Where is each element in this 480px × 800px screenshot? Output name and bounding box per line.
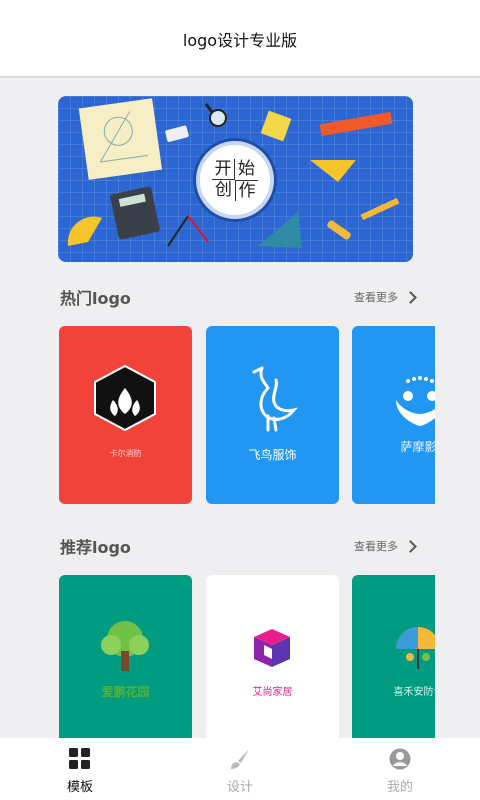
tab-mine[interactable]: 我的: [320, 738, 480, 800]
banner-char: 作: [235, 180, 258, 201]
logo-name: 爱鹏花园: [101, 685, 150, 699]
banner-char: 创: [215, 180, 232, 200]
tree-logo-icon: [101, 621, 149, 671]
banner-char: 开: [212, 159, 235, 180]
logo-name: 艾尚家居: [252, 687, 293, 698]
view-more-link[interactable]: 查看更多: [354, 289, 417, 305]
cube-logo-icon: [254, 629, 290, 667]
umbrella-logo-icon: [396, 627, 435, 669]
view-more-label: 查看更多: [354, 291, 398, 304]
fire-logo-icon: [94, 364, 156, 432]
logo-card[interactable]: 飞鸟服饰: [206, 326, 339, 504]
hot-logo-header: 热门logo 查看更多: [60, 285, 417, 309]
logo-name: 飞鸟服饰: [248, 448, 297, 462]
tab-label: 我的: [386, 780, 413, 795]
logo-card[interactable]: 萨摩影: [352, 326, 435, 504]
section-title: 推荐logo: [60, 538, 131, 557]
logo-name: 萨摩影: [400, 440, 435, 454]
view-more-label: 查看更多: [354, 540, 398, 553]
logo-card[interactable]: 爱鹏花园: [59, 575, 192, 738]
logo-name: 喜禾安防设: [393, 687, 436, 698]
hot-logo-carousel[interactable]: 卡尔消防 飞鸟服饰 萨摩影: [59, 326, 435, 506]
logo-card[interactable]: 艾尚家居: [206, 575, 339, 738]
recommend-logo-header: 推荐logo 查看更多: [60, 534, 417, 558]
brush-icon: [231, 749, 249, 769]
grid-icon: [69, 748, 90, 769]
app-header: logo设计专业版: [0, 0, 480, 78]
tab-design[interactable]: 设计: [160, 738, 320, 800]
tab-templates[interactable]: 模板: [0, 738, 160, 800]
section-title: 热门logo: [60, 289, 131, 308]
banner-char: 始: [238, 159, 255, 179]
chevron-right-icon: [404, 290, 417, 304]
start-creating-badge[interactable]: 开 始 创 作: [196, 141, 274, 219]
page-title: logo设计专业版: [182, 31, 298, 50]
bottom-tab-bar: 模板 设计 我的: [0, 738, 480, 800]
logo-card[interactable]: 喜禾安防设: [352, 575, 435, 738]
tab-label: 设计: [226, 780, 253, 795]
logo-card[interactable]: 卡尔消防: [59, 326, 192, 504]
people-heart-logo-icon: [396, 376, 435, 426]
start-creating-banner[interactable]: 开 始 创 作: [58, 96, 413, 262]
bird-logo-icon: [252, 366, 298, 432]
chevron-right-icon: [404, 539, 417, 553]
logo-name: 卡尔消防: [109, 449, 142, 458]
recommend-logo-carousel[interactable]: 爱鹏花园 艾尚家居 喜禾安防设: [59, 575, 435, 738]
view-more-link[interactable]: 查看更多: [354, 538, 417, 554]
person-icon: [389, 748, 411, 770]
tab-label: 模板: [66, 780, 93, 795]
